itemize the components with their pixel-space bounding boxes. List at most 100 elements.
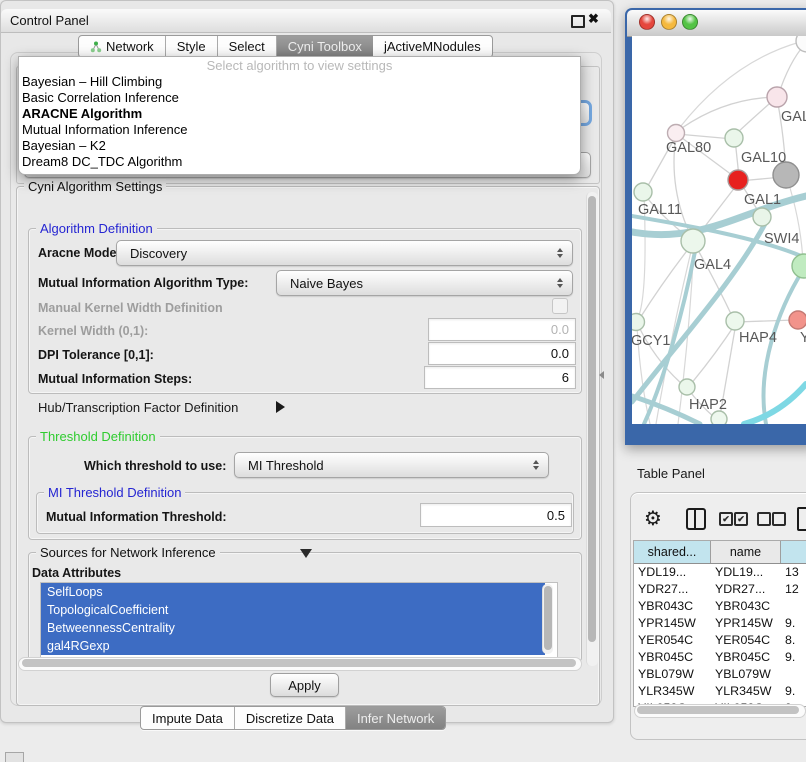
- expander-right-arrow-icon[interactable]: [276, 401, 285, 413]
- unchecked-checkbox-icon-2[interactable]: [772, 512, 786, 526]
- mi-threshold-group-title: MI Threshold Definition: [44, 485, 185, 500]
- table-cell: YPR145W: [634, 615, 711, 632]
- settings-horizontal-scrollbar[interactable]: [18, 657, 582, 671]
- node-gal1[interactable]: [728, 170, 748, 190]
- node-label: GAL4: [694, 257, 731, 273]
- node-label: GAL10: [741, 150, 786, 166]
- tab-jactivemnodules[interactable]: jActiveMNodules: [373, 36, 492, 57]
- split-columns-icon[interactable]: [686, 508, 706, 530]
- node-pink[interactable]: [767, 87, 787, 107]
- apply-button-label: Apply: [288, 678, 321, 693]
- mi-steps-field[interactable]: 6: [424, 366, 576, 389]
- gear-icon[interactable]: ⚙: [644, 506, 662, 530]
- which-threshold-value: MI Threshold: [248, 458, 324, 473]
- settings-horizontal-scrollbar-thumb[interactable]: [22, 659, 576, 667]
- node-gal80[interactable]: [668, 125, 685, 142]
- dpi-tolerance-field[interactable]: 0.0: [428, 342, 576, 365]
- table-row[interactable]: YDR27...YDR27...12: [634, 581, 806, 598]
- table-row[interactable]: YBL079WYBL079W: [634, 666, 806, 683]
- checked-checkbox-icon-1[interactable]: ✔: [719, 512, 733, 526]
- kernel-width-field[interactable]: 0.0: [428, 318, 576, 341]
- node-gal4[interactable]: [681, 229, 705, 253]
- node-salmon[interactable]: [789, 311, 806, 329]
- node-gcy1[interactable]: [632, 314, 645, 331]
- mi-algorithm-type-label: Mutual Information Algorithm Type:: [38, 276, 248, 290]
- network-canvas[interactable]: GALGAL80GAL10GAL1GAL11SWI4GAL4GCY1HAP4YH…: [632, 36, 806, 424]
- settings-vertical-scrollbar-thumb[interactable]: [588, 196, 596, 642]
- table-cell: [781, 598, 806, 615]
- minimized-panel-icon[interactable]: [5, 752, 24, 762]
- node-top[interactable]: [796, 36, 806, 52]
- node-swi4[interactable]: [753, 208, 771, 226]
- tab-label: Network: [106, 36, 154, 57]
- window-zoom-traffic-light[interactable]: [682, 14, 698, 30]
- algorithm-option[interactable]: Bayesian – Hill Climbing: [19, 74, 580, 90]
- split-pane-collapse-arrow[interactable]: [599, 371, 604, 379]
- tab-impute-data[interactable]: Impute Data: [141, 707, 235, 729]
- tab-network[interactable]: Network: [79, 36, 166, 57]
- control-panel-title: Control Panel: [10, 13, 89, 28]
- manual-kernel-width-label: Manual Kernel Width Definition: [38, 301, 223, 315]
- algorithm-option[interactable]: Mutual Information Inference: [19, 122, 580, 138]
- table-row[interactable]: YLR345WYLR345W9.: [634, 683, 806, 700]
- data-attribute-item[interactable]: SelfLoops: [41, 583, 545, 601]
- algorithm-option[interactable]: Bayesian – K2: [19, 138, 580, 154]
- attributes-list-scrollbar-thumb[interactable]: [544, 586, 552, 650]
- table-row[interactable]: YDL19...YDL19...13: [634, 564, 806, 581]
- data-attributes-list[interactable]: SelfLoopsTopologicalCoefficientBetweenne…: [40, 582, 558, 658]
- window-close-traffic-light[interactable]: [639, 14, 655, 30]
- tab-select[interactable]: Select: [218, 36, 277, 57]
- table-row[interactable]: YBR045CYBR045C9.: [634, 649, 806, 666]
- column-header[interactable]: [781, 541, 806, 563]
- tab-infer-network[interactable]: Infer Network: [346, 707, 445, 729]
- table-cell: YBL079W: [634, 666, 711, 683]
- table-cell: 9.: [781, 649, 806, 666]
- data-attribute-item[interactable]: TopologicalCoefficient: [41, 601, 545, 619]
- table-horizontal-scrollbar[interactable]: [634, 704, 806, 718]
- network-icon: [90, 41, 102, 53]
- node-label: HAP4: [739, 330, 777, 346]
- node-hap4[interactable]: [726, 312, 744, 330]
- node-label: GAL1: [744, 192, 781, 208]
- mi-algorithm-type-combobox[interactable]: Naive Bayes: [276, 270, 573, 296]
- sources-group-title[interactable]: Sources for Network Inference: [36, 545, 220, 560]
- window-minimize-traffic-light[interactable]: [661, 14, 677, 30]
- manual-kernel-width-checkbox[interactable]: [552, 298, 568, 314]
- attributes-list-scrollbar[interactable]: [542, 584, 553, 654]
- table-row[interactable]: YPR145WYPR145W9.: [634, 615, 806, 632]
- expander-down-arrow-icon[interactable]: [300, 549, 312, 558]
- data-attribute-item[interactable]: BetweennessCentrality: [41, 619, 545, 637]
- column-header[interactable]: name: [711, 541, 781, 563]
- data-attribute-item[interactable]: gal4RGexp: [41, 637, 545, 655]
- algorithm-option[interactable]: Dream8 DC_TDC Algorithm: [19, 154, 580, 170]
- table-row[interactable]: YER054CYER054C8.: [634, 632, 806, 649]
- algorithm-option[interactable]: ARACNE Algorithm: [19, 106, 580, 122]
- algorithm-option[interactable]: Basic Correlation Inference: [19, 90, 580, 106]
- settings-vertical-scrollbar[interactable]: [586, 192, 598, 666]
- node-hap2[interactable]: [679, 379, 695, 395]
- tab-style[interactable]: Style: [166, 36, 218, 57]
- unchecked-checkbox-icon-1[interactable]: [757, 512, 771, 526]
- column-header[interactable]: shared...: [634, 541, 711, 563]
- mi-threshold-field[interactable]: 0.5: [420, 503, 572, 527]
- table-horizontal-scrollbar-thumb[interactable]: [637, 706, 799, 714]
- which-threshold-combobox[interactable]: MI Threshold: [234, 452, 549, 478]
- table-cell: 8.: [781, 632, 806, 649]
- hub-definition-expander[interactable]: Hub/Transcription Factor Definition: [38, 400, 238, 415]
- node-gal11[interactable]: [634, 183, 652, 201]
- checked-checkbox-icon-2[interactable]: ✔: [734, 512, 748, 526]
- table-row[interactable]: YBR043CYBR043C: [634, 598, 806, 615]
- aracne-mode-combobox[interactable]: Discovery: [116, 240, 573, 266]
- kernel-width-value: 0.0: [551, 322, 569, 337]
- float-window-icon[interactable]: [571, 15, 585, 28]
- document-icon[interactable]: [797, 507, 806, 531]
- apply-button[interactable]: Apply: [270, 673, 339, 697]
- tab-cyni-toolbox[interactable]: Cyni Toolbox: [277, 36, 373, 57]
- table-cell: 9.: [781, 683, 806, 700]
- close-icon[interactable]: ✖: [588, 11, 599, 27]
- node-gal10[interactable]: [725, 129, 743, 147]
- table-cell: YLR345W: [634, 683, 711, 700]
- tab-discretize-data[interactable]: Discretize Data: [235, 707, 346, 729]
- network-edge: [690, 323, 736, 385]
- node-biggreen[interactable]: [792, 254, 806, 278]
